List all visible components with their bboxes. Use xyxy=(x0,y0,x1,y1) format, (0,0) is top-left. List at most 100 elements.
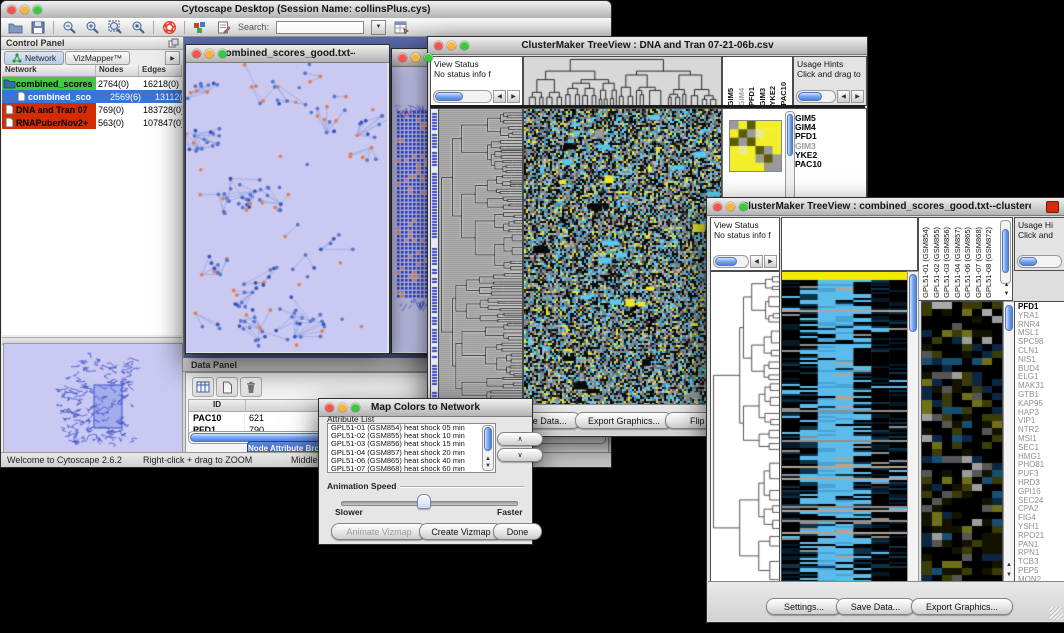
tv2-hints-scrollbar[interactable] xyxy=(1017,255,1062,268)
done-button[interactable]: Done xyxy=(493,523,542,540)
network1-title-bar[interactable]: combined_scores_good.txt--cluste... xyxy=(186,45,389,63)
minimize-icon[interactable] xyxy=(447,41,456,50)
zoom-window-icon[interactable] xyxy=(218,49,227,58)
network-row[interactable]: combined_scores 2764(0) 16218(0) xyxy=(2,77,182,90)
new-attribute-icon[interactable] xyxy=(216,377,238,397)
scroll-up-icon[interactable]: ▲ xyxy=(1002,282,1011,288)
tv1-similarity-matrix-canvas[interactable] xyxy=(729,120,782,172)
search-input[interactable] xyxy=(276,21,364,34)
col-header-nodes[interactable]: Nodes xyxy=(96,65,139,76)
move-up-button[interactable]: ∧ xyxy=(497,432,543,446)
tv2-settings-button[interactable]: Settings... xyxy=(766,598,842,615)
tv2-column-label[interactable]: GPL51-01 (GSM854) xyxy=(921,227,932,298)
birdseye-canvas[interactable] xyxy=(4,344,180,450)
tv2-detail-heatmap-canvas[interactable] xyxy=(922,302,1002,590)
tv2-save-data-button[interactable]: Save Data... xyxy=(836,598,915,615)
scroll-left-icon[interactable]: ◀ xyxy=(837,90,850,103)
zoom-window-icon[interactable] xyxy=(460,41,469,50)
zoom-in-icon[interactable] xyxy=(84,20,100,35)
move-down-button[interactable]: ∨ xyxy=(497,448,543,462)
search-dropdown-icon[interactable]: ▼ xyxy=(371,20,386,35)
network-row[interactable]: DNA and Tran 07 769(0) 183728(0) xyxy=(2,103,182,116)
network-row[interactable]: combined_sco 2569(6) 13112(15) xyxy=(2,90,182,103)
scroll-down-icon[interactable]: ▼ xyxy=(1004,572,1014,578)
tv2-column-label[interactable]: GPL51-06 (GSM865) xyxy=(963,227,974,298)
close-icon[interactable] xyxy=(7,5,16,14)
birdseye-view[interactable] xyxy=(3,343,183,453)
tv2-export-graphics-button[interactable]: Export Graphics... xyxy=(911,598,1013,615)
scroll-down-icon[interactable]: ▼ xyxy=(483,462,493,470)
scroll-left-icon[interactable]: ◀ xyxy=(493,90,506,103)
close-icon[interactable] xyxy=(325,403,334,412)
minimize-icon[interactable] xyxy=(205,49,214,58)
close-icon[interactable] xyxy=(192,49,201,58)
scroll-down-icon[interactable]: ▼ xyxy=(1002,291,1011,297)
tv1-heatmap-canvas[interactable] xyxy=(524,109,721,405)
tv1-column-label[interactable]: PFD1 xyxy=(747,87,758,106)
scroll-right-icon[interactable]: ▶ xyxy=(507,90,520,103)
tv1-row-label[interactable]: PAC10 xyxy=(795,160,822,169)
save-icon[interactable] xyxy=(30,20,46,35)
attribute-list-item[interactable]: GPL51-07 (GSM868) heat shock 60 min xyxy=(331,465,495,473)
help-lifering-icon[interactable] xyxy=(161,20,177,35)
animation-speed-slider-thumb[interactable] xyxy=(417,494,431,509)
treeview2-title-bar[interactable]: ClusterMaker TreeView : combined_scores_… xyxy=(707,198,1064,216)
tv2-gene-dendrogram-canvas[interactable] xyxy=(711,272,779,590)
minimize-icon[interactable] xyxy=(726,202,735,211)
zoom-out-icon[interactable] xyxy=(61,20,77,35)
vizmapper-icon[interactable] xyxy=(192,20,208,35)
col-header-edges[interactable]: Edges xyxy=(139,65,182,76)
tv1-hints-scrollbar[interactable] xyxy=(796,90,836,103)
attribute-list-scrollbar[interactable]: ▲ ▼ xyxy=(482,425,494,471)
tv2-heatmap-vscrollbar[interactable] xyxy=(907,271,919,591)
tv1-column-label[interactable]: GIM3 xyxy=(758,88,769,106)
tv2-status-scrollbar[interactable] xyxy=(713,255,749,268)
tv1-column-label[interactable]: GIM4 xyxy=(737,88,748,106)
scroll-right-icon[interactable]: ▶ xyxy=(764,255,777,268)
zoom-window-icon[interactable] xyxy=(33,5,42,14)
resize-grip[interactable] xyxy=(1050,607,1063,620)
delete-attribute-icon[interactable] xyxy=(240,377,262,397)
tv1-export-graphics-button[interactable]: Export Graphics... xyxy=(575,412,673,429)
network-row[interactable]: RNAPuberNov2+ 563(0) 107847(0) xyxy=(2,116,182,129)
attribute-list[interactable]: GPL51-01 (GSM854) heat shock 05 minGPL51… xyxy=(327,423,496,473)
minimize-icon[interactable] xyxy=(338,403,347,412)
attribute-browser-icon[interactable] xyxy=(393,20,409,35)
tv1-row-dendrogram-canvas[interactable] xyxy=(439,109,522,405)
tv1-column-dendrogram-canvas[interactable] xyxy=(524,57,721,105)
zoom-fit-icon[interactable] xyxy=(107,20,123,35)
zoom-window-icon[interactable] xyxy=(424,53,433,62)
tv1-status-scrollbar[interactable] xyxy=(433,90,492,103)
annotation-icon[interactable] xyxy=(215,20,231,35)
minimize-icon[interactable] xyxy=(411,53,420,62)
tv1-column-label[interactable]: YKE2 xyxy=(768,86,779,106)
tv2-column-label[interactable]: GPL51-03 (GSM856) xyxy=(942,227,953,298)
zoom-window-icon[interactable] xyxy=(739,202,748,211)
close-icon[interactable] xyxy=(713,202,722,211)
scroll-up-icon[interactable]: ▲ xyxy=(1004,562,1014,568)
main-title-bar[interactable]: Cytoscape Desktop (Session Name: collins… xyxy=(1,1,611,19)
animate-vizmap-button[interactable]: Animate Vizmap xyxy=(331,523,427,540)
tv1-column-label[interactable]: PAC10 xyxy=(779,82,790,106)
close-icon[interactable] xyxy=(434,41,443,50)
tab-vizmapper[interactable]: VizMapper™ xyxy=(65,51,130,65)
select-attributes-icon[interactable] xyxy=(192,377,214,397)
minimize-icon[interactable] xyxy=(20,5,29,14)
scroll-left-icon[interactable]: ◀ xyxy=(750,255,763,268)
tv1-column-label[interactable]: GIM5 xyxy=(726,88,737,106)
col-header-network[interactable]: Network xyxy=(2,65,96,76)
tv2-column-label[interactable]: GPL51-04 (GSM857) xyxy=(953,227,964,298)
tv2-column-label[interactable]: GPL51-07 (GSM868) xyxy=(974,227,985,298)
network1-canvas[interactable] xyxy=(186,63,387,352)
tv2-collabel-scrollbar[interactable] xyxy=(1000,220,1011,284)
tv2-column-label[interactable]: GPL51-08 (GSM872) xyxy=(984,227,995,298)
close-icon[interactable] xyxy=(398,53,407,62)
create-vizmap-button[interactable]: Create Vizmap xyxy=(419,523,503,540)
tab-overflow-icon[interactable]: ▶ xyxy=(165,51,180,65)
zoom-window-icon[interactable] xyxy=(351,403,360,412)
tab-network[interactable]: Network xyxy=(4,51,64,65)
zoom-selected-icon[interactable] xyxy=(130,20,146,35)
treeview1-title-bar[interactable]: ClusterMaker TreeView : DNA and Tran 07-… xyxy=(428,37,867,55)
tv2-heatmap-canvas[interactable] xyxy=(782,272,907,590)
open-file-icon[interactable] xyxy=(7,20,23,35)
